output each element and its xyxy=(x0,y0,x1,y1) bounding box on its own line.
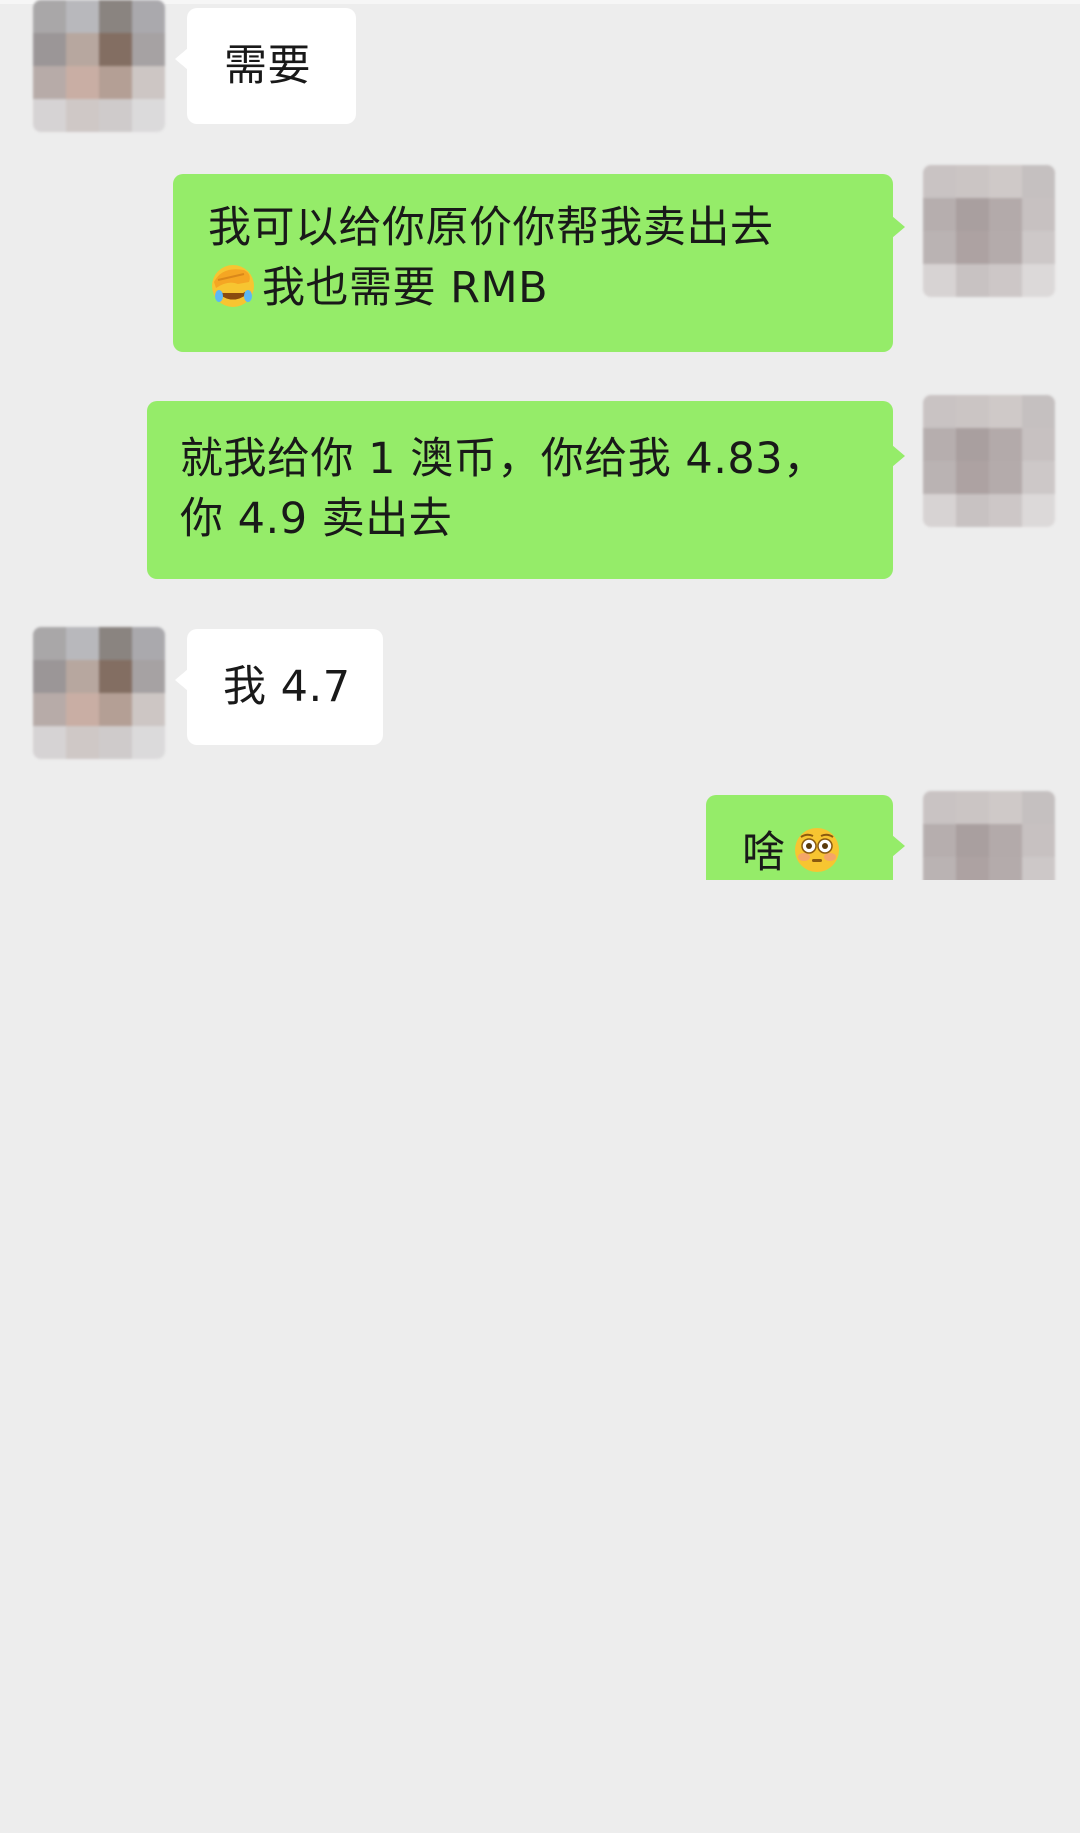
my-avatar[interactable] xyxy=(923,165,1055,297)
contact-avatar[interactable] xyxy=(33,627,165,759)
message-bubble-outgoing[interactable]: 我可以给你原价你帮我卖出去 我也需要 RMB xyxy=(173,174,905,352)
contact-avatar[interactable] xyxy=(33,0,165,132)
flushed-face-emoji-icon xyxy=(792,825,842,875)
bubble-tail xyxy=(892,216,905,238)
message-text: 你 4.9 卖出去 xyxy=(180,494,453,544)
message-line: 我可以给你原价你帮我卖出去 xyxy=(208,198,893,258)
empty-chat-background xyxy=(0,880,1080,1833)
bubble-tail xyxy=(892,835,905,857)
message-line: 就我给你 1 澳币，你给我 4.83， xyxy=(180,429,893,489)
message-text: 我也需要 RMB xyxy=(262,263,549,313)
chat-screen: 需要 我可以给你原价你帮我卖出去 我也需要 RMB 就我给你 1 澳币，你给我 … xyxy=(0,0,1080,1833)
message-text: 需要 xyxy=(224,41,311,91)
message-bubble-incoming[interactable]: 我 4.7 xyxy=(175,629,383,745)
bubble-tail xyxy=(892,445,905,467)
message-bubble-outgoing[interactable]: 就我给你 1 澳币，你给我 4.83， 你 4.9 卖出去 xyxy=(147,401,905,579)
bubble-tail xyxy=(175,669,188,691)
my-avatar[interactable] xyxy=(923,791,1055,880)
message-list[interactable]: 需要 我可以给你原价你帮我卖出去 我也需要 RMB 就我给你 1 澳币，你给我 … xyxy=(0,0,1080,880)
my-avatar[interactable] xyxy=(923,395,1055,527)
message-bubble-outgoing[interactable]: 啥 xyxy=(706,795,905,880)
message-text: 我 4.7 xyxy=(223,662,351,712)
message-bubble-incoming[interactable]: 需要 xyxy=(175,8,356,124)
message-line: 我也需要 RMB xyxy=(208,258,893,318)
message-text: 就我给你 1 澳币，你给我 4.83， xyxy=(180,434,827,484)
bubble-tail xyxy=(175,48,188,70)
message-text: 啥 xyxy=(742,828,786,878)
message-text: 我可以给你原价你帮我卖出去 xyxy=(208,203,774,253)
facepalm-emoji-icon xyxy=(208,260,258,310)
message-line: 你 4.9 卖出去 xyxy=(180,489,893,549)
